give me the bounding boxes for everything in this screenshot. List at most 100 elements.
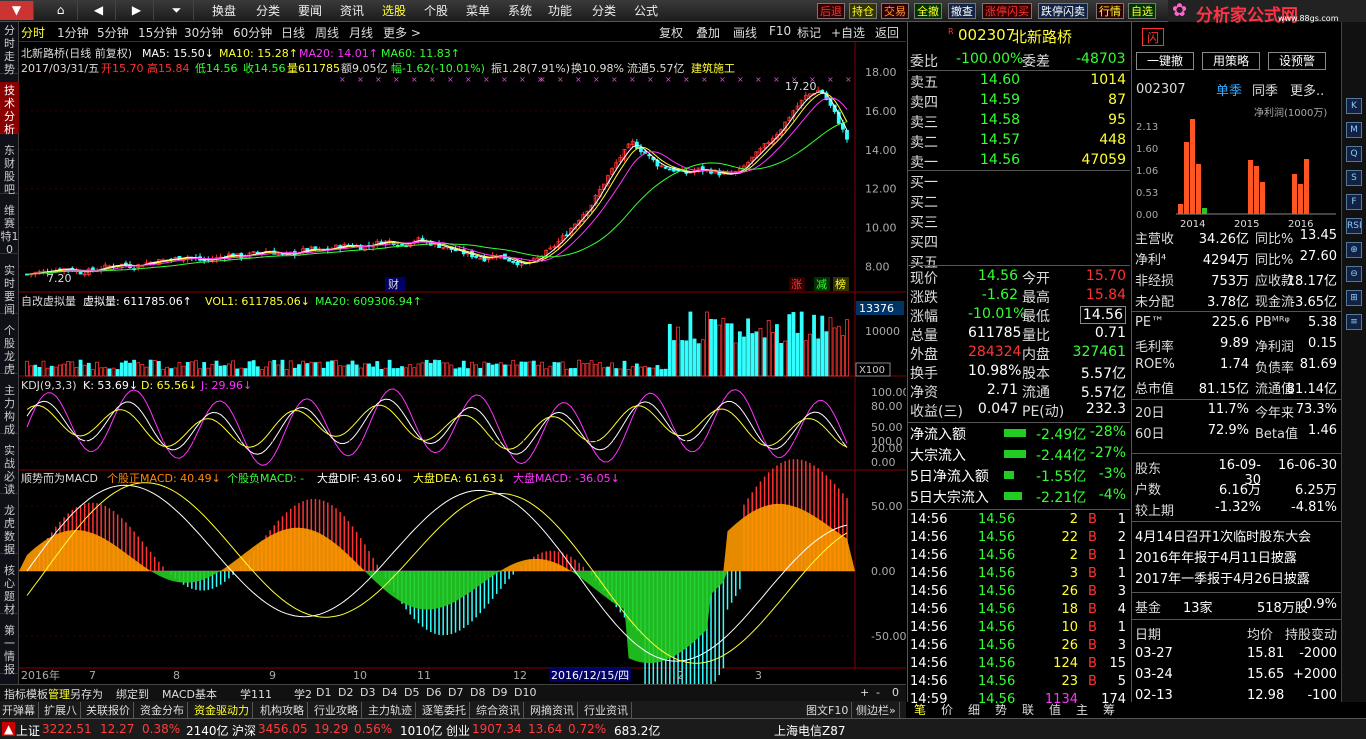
quote-tab-7[interactable]: 筹: [1103, 701, 1115, 718]
back-icon[interactable]: ◀: [82, 1, 116, 20]
period-tab-3[interactable]: 15分钟: [138, 24, 177, 41]
quick-button-8[interactable]: 自选: [1128, 3, 1156, 19]
quick-button-0[interactable]: 后退: [817, 3, 845, 19]
quote-tab-4[interactable]: 联: [1022, 701, 1034, 718]
feature-tab-0[interactable]: 开弹幕: [2, 702, 39, 718]
quote-tab-5[interactable]: 值: [1049, 701, 1061, 718]
info-button-1[interactable]: 用策略: [1202, 52, 1260, 70]
quote-tab-6[interactable]: 主: [1076, 701, 1088, 718]
left-nav-item-7[interactable]: 实战必读: [0, 442, 19, 496]
info-button-0[interactable]: 一键撤: [1136, 52, 1194, 70]
left-nav-item-5[interactable]: 个股龙虎: [0, 322, 19, 376]
left-nav-item-8[interactable]: 龙虎数据: [0, 502, 19, 556]
right-tool-icon-4[interactable]: F: [1346, 194, 1362, 210]
period-tab-7[interactable]: 周线: [315, 24, 339, 41]
feature-tab-4[interactable]: 资金驱动力: [194, 702, 253, 718]
left-nav-item-9[interactable]: 核心题材: [0, 562, 19, 616]
ask-row[interactable]: 卖二 14.57 448: [908, 132, 1130, 151]
feature-tab-11[interactable]: 行业资讯: [584, 702, 632, 718]
right-tool-icon-9[interactable]: ≡: [1346, 314, 1362, 330]
indicator-tab-13[interactable]: D6: [426, 686, 441, 699]
menu-item-8[interactable]: 功能: [548, 2, 572, 20]
menu-item-10[interactable]: 公式: [634, 2, 658, 20]
indicator-tab-1[interactable]: 模板: [26, 686, 48, 702]
indicator-tab-10[interactable]: D3: [360, 686, 375, 699]
quick-button-2[interactable]: 交易: [881, 3, 909, 19]
quick-button-1[interactable]: 持仓: [849, 3, 877, 19]
right-tool-icon-8[interactable]: ⊞: [1346, 290, 1362, 306]
left-nav-item-3[interactable]: 维赛特10: [0, 202, 19, 256]
indicator-tab-4[interactable]: 绑定到: [116, 686, 149, 702]
indicator-tab-15[interactable]: D8: [470, 686, 485, 699]
news-item-2[interactable]: 2017年一季报于4月26日披露: [1135, 568, 1310, 587]
right-tool-icon-0[interactable]: K: [1346, 98, 1362, 114]
bid-row[interactable]: 买二: [908, 192, 1130, 211]
bid-row[interactable]: 买四: [908, 232, 1130, 251]
menu-item-3[interactable]: 资讯: [340, 2, 364, 20]
news-item-1[interactable]: 2016年年报于4月11日披露: [1135, 547, 1297, 566]
feature-right-1[interactable]: 侧边栏»: [856, 702, 900, 718]
chart-button-3[interactable]: F10: [769, 24, 791, 38]
feature-tab-5[interactable]: 机构攻略: [260, 702, 308, 718]
chart-button-1[interactable]: 叠加: [696, 24, 720, 41]
indicator-tab-11[interactable]: D4: [382, 686, 397, 699]
quote-tab-1[interactable]: 价: [941, 701, 953, 718]
period-tab-8[interactable]: 月线: [349, 24, 373, 41]
left-nav-item-1[interactable]: 技术分析: [0, 82, 19, 136]
ask-row[interactable]: 卖四 14.59 87: [908, 92, 1130, 111]
period-tab-4[interactable]: 30分钟: [184, 24, 223, 41]
indicator-tab-3[interactable]: 另存为: [70, 686, 103, 702]
indicator-tab-2[interactable]: 管理: [48, 686, 70, 702]
menu-item-6[interactable]: 菜单: [466, 2, 490, 20]
menu-item-4[interactable]: 选股: [382, 2, 406, 20]
quick-button-7[interactable]: 行情: [1096, 3, 1124, 19]
feature-tab-3[interactable]: 资金分布: [140, 702, 188, 718]
indicator-tab-6[interactable]: 学111: [240, 686, 272, 702]
period-tab-2[interactable]: 5分钟: [97, 24, 129, 41]
ask-row[interactable]: 卖一 14.56 47059: [908, 152, 1130, 171]
feature-tab-6[interactable]: 行业攻略: [314, 702, 362, 718]
zoom-tool-2[interactable]: 0: [892, 686, 899, 699]
quick-button-3[interactable]: 全撤: [914, 3, 942, 19]
period-tab-0[interactable]: 分时: [21, 24, 45, 41]
indicator-tab-9[interactable]: D2: [338, 686, 353, 699]
menu-item-5[interactable]: 个股: [424, 2, 448, 20]
period-tab-9[interactable]: 更多 >: [383, 24, 421, 41]
bid-row[interactable]: 买三: [908, 212, 1130, 231]
main-chart[interactable]: × × × × × × × × × × × × × × × × × ×× × × × × × × × × × × × 北新路桥(日线 前…: [19, 42, 906, 684]
indicator-tab-7[interactable]: 学2: [294, 686, 312, 702]
menu-item-0[interactable]: 换盘: [212, 2, 236, 20]
right-tool-icon-5[interactable]: RSI: [1346, 218, 1362, 234]
chart-button-2[interactable]: 画线: [733, 24, 757, 41]
quick-button-5[interactable]: 涨停闪买: [982, 3, 1032, 19]
quote-tab-3[interactable]: 势: [995, 701, 1007, 718]
right-tool-icon-6[interactable]: ⊕: [1346, 242, 1362, 258]
feature-tab-9[interactable]: 综合资讯: [476, 702, 524, 718]
indicator-tab-5[interactable]: MACD基本: [162, 686, 217, 702]
chart-button-5[interactable]: +自选: [831, 24, 865, 41]
left-nav-item-10[interactable]: 第一情报: [0, 622, 19, 676]
chart-button-4[interactable]: 标记: [797, 24, 821, 41]
period-tab-1[interactable]: 1分钟: [57, 24, 89, 41]
expand-icon[interactable]: ⏷: [160, 1, 194, 20]
left-nav-item-2[interactable]: 东财股吧: [0, 142, 19, 196]
menu-item-1[interactable]: 分类: [256, 2, 280, 20]
zoom-tool-0[interactable]: +: [860, 686, 869, 699]
feature-tab-8[interactable]: 逐笔委托: [422, 702, 470, 718]
indicator-tab-14[interactable]: D7: [448, 686, 463, 699]
bid-row[interactable]: 买一: [908, 172, 1130, 191]
quote-tab-2[interactable]: 细: [968, 701, 980, 718]
flash-button[interactable]: 闪: [1142, 28, 1164, 46]
ask-row[interactable]: 卖三 14.58 95: [908, 112, 1130, 131]
quick-button-4[interactable]: 撤查: [948, 3, 976, 19]
menu-item-2[interactable]: 要闻: [298, 2, 322, 20]
ask-row[interactable]: 卖五 14.60 1014: [908, 72, 1130, 91]
indicator-tab-16[interactable]: D9: [492, 686, 507, 699]
right-tool-icon-1[interactable]: M: [1346, 122, 1362, 138]
right-tool-icon-2[interactable]: Q: [1346, 146, 1362, 162]
menu-item-9[interactable]: 分类: [592, 2, 616, 20]
zoom-tool-1[interactable]: -: [876, 686, 880, 699]
info-button-2[interactable]: 设预警: [1268, 52, 1326, 70]
feature-tab-7[interactable]: 主力轨迹: [368, 702, 416, 718]
chart-button-0[interactable]: 复权: [659, 24, 683, 41]
